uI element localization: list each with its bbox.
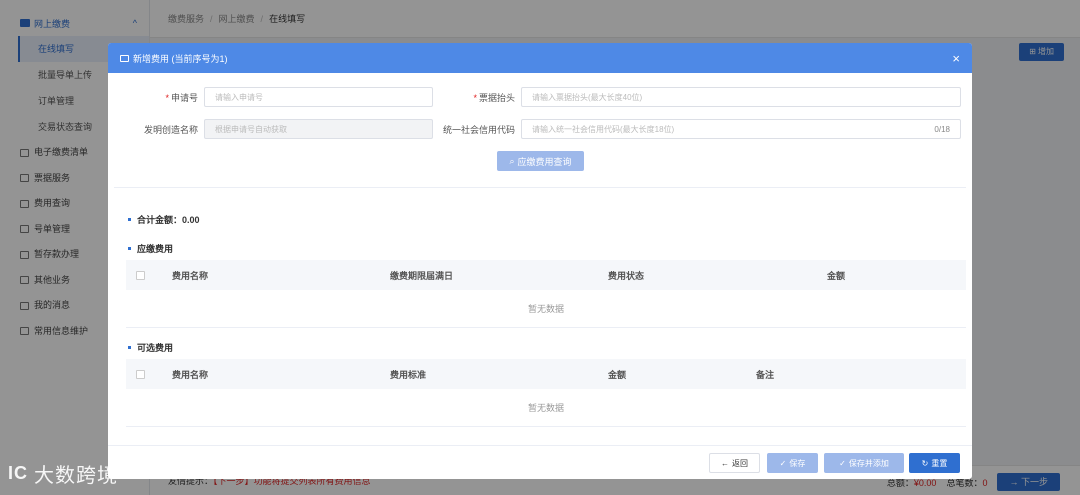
check-icon: ✓ xyxy=(779,458,787,468)
check-icon: ✓ xyxy=(839,458,846,468)
save-button[interactable]: ✓ 保存 xyxy=(767,453,818,473)
select-all-checkbox[interactable] xyxy=(136,369,145,379)
column-header: 费用标准 xyxy=(390,369,427,380)
required-mark: * xyxy=(473,92,477,103)
dialog-footer: ← 返回 ✓ 保存 ✓ 保存并添加 ↻ 重置 xyxy=(108,445,972,479)
invoice-title-label: * 票据抬头 xyxy=(425,91,521,104)
optional-fees-table: 费用名称 费用标准 金额 备注 暂无数据 xyxy=(126,359,966,427)
application-number-row: * 申请号 请输入申请号 xyxy=(108,87,433,107)
fee-query-button[interactable]: ⌕ 应缴费用查询 xyxy=(497,151,584,171)
reset-button[interactable]: ↻ 重置 xyxy=(909,453,960,473)
invoice-title-row: * 票据抬头 请输入票据抬头(最大长度40位) xyxy=(425,87,961,107)
invention-name-input: 根据申请号自动获取 xyxy=(204,119,433,139)
back-label: 返回 xyxy=(732,458,748,468)
table-header: 费用名称 费用标准 金额 备注 xyxy=(126,359,966,389)
save-and-add-button[interactable]: ✓ 保存并添加 xyxy=(824,453,904,473)
credit-code-placeholder: 请输入统一社会信用代码(最大长度18位) xyxy=(532,124,675,134)
due-fees-heading: 应缴费用 xyxy=(128,242,173,255)
column-header: 费用名称 xyxy=(172,270,209,281)
table-header: 费用名称 缴费期限届满日 费用状态 金额 xyxy=(126,260,966,290)
dialog-header: 新增费用 (当前序号为1) × xyxy=(108,43,972,73)
bullet xyxy=(128,218,131,221)
invention-name-label: 发明创造名称 xyxy=(143,124,198,135)
optional-fees-heading: 可选费用 xyxy=(128,341,173,354)
empty-state: 暂无数据 xyxy=(126,389,966,427)
column-header: 金额 xyxy=(827,270,846,281)
credit-code-input[interactable]: 请输入统一社会信用代码(最大长度18位) 0/18 xyxy=(521,119,961,139)
fee-query-label: 应缴费用查询 xyxy=(517,156,572,167)
invoice-title-label-text: 票据抬头 xyxy=(478,92,515,103)
required-mark: * xyxy=(165,92,169,103)
reset-label: 重置 xyxy=(931,458,948,468)
invention-name-row: 发明创造名称 根据申请号自动获取 xyxy=(108,119,433,139)
save-label: 保存 xyxy=(789,458,806,468)
column-header: 金额 xyxy=(608,369,627,380)
watermark-logo: IC xyxy=(8,463,28,483)
total-amount-text: 合计金额：0.00 xyxy=(137,215,200,225)
refresh-icon: ↻ xyxy=(921,458,929,468)
add-fee-dialog: 新增费用 (当前序号为1) × * 申请号 请输入申请号 * 票据抬头 请输入票据抬… xyxy=(108,43,972,479)
watermark-text: 大数跨境 xyxy=(34,465,118,487)
divider xyxy=(114,187,966,188)
due-fees-table: 费用名称 缴费期限届满日 费用状态 金额 暂无数据 xyxy=(126,260,966,328)
dialog-title: 新增费用 (当前序号为1) xyxy=(133,53,228,64)
folder-icon xyxy=(120,54,129,62)
invoice-title-input[interactable]: 请输入票据抬头(最大长度40位) xyxy=(521,87,961,107)
bullet xyxy=(128,247,131,250)
credit-code-label: 统一社会信用代码 xyxy=(442,124,515,135)
column-header: 费用名称 xyxy=(172,369,209,380)
credit-code-row: 统一社会信用代码 请输入统一社会信用代码(最大长度18位) 0/18 xyxy=(425,119,961,139)
arrow-left-icon: ← xyxy=(721,458,729,468)
application-number-input[interactable]: 请输入申请号 xyxy=(204,87,433,107)
column-header: 缴费期限届满日 xyxy=(390,270,454,281)
empty-state: 暂无数据 xyxy=(126,290,966,328)
char-counter: 0/18 xyxy=(934,124,950,134)
total-amount: 合计金额：0.00 xyxy=(128,213,200,226)
close-icon[interactable]: × xyxy=(952,51,960,66)
column-header: 费用状态 xyxy=(608,270,645,281)
due-fees-title: 应缴费用 xyxy=(137,244,174,254)
back-button[interactable]: ← 返回 xyxy=(709,453,760,473)
optional-fees-title: 可选费用 xyxy=(137,343,174,353)
select-all-checkbox[interactable] xyxy=(136,270,145,280)
application-number-label-text: 申请号 xyxy=(170,92,198,103)
save-and-add-label: 保存并添加 xyxy=(848,458,889,468)
search-icon: ⌕ xyxy=(509,155,515,166)
watermark: IC 大数跨境 xyxy=(8,459,118,488)
column-header: 备注 xyxy=(756,369,775,380)
application-number-label: * 申请号 xyxy=(108,91,204,104)
bullet xyxy=(128,346,131,349)
